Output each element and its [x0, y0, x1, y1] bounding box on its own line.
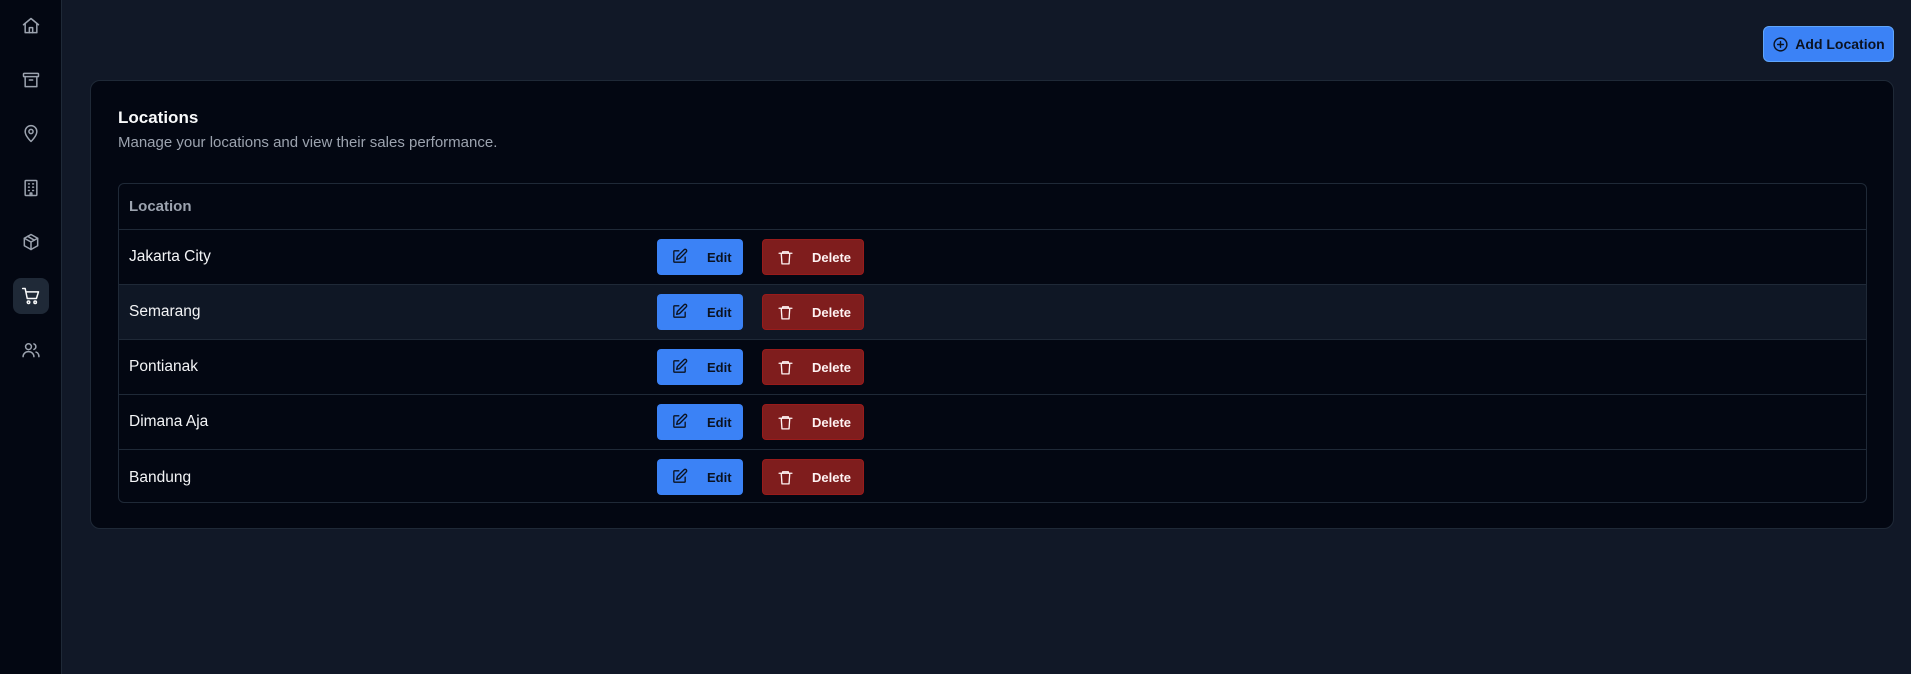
delete-label: Delete: [812, 249, 852, 265]
location-name: Dimana Aja: [129, 413, 209, 430]
trash-icon: [778, 251, 793, 265]
delete-label: Delete: [812, 304, 852, 320]
sidebar: [0, 0, 62, 674]
edit-button[interactable]: Edit: [657, 459, 743, 495]
table-row: Semarang Edit Delete: [119, 285, 1866, 340]
card-title: Locations: [118, 108, 199, 127]
trash-icon: [778, 361, 793, 375]
delete-button[interactable]: Delete: [762, 294, 864, 330]
edit-label: Edit: [707, 359, 732, 375]
map-pin-icon: [24, 124, 38, 143]
location-name: Jakarta City: [129, 248, 211, 265]
trash-icon: [778, 416, 793, 430]
sidebar-item-locations[interactable]: [13, 116, 49, 152]
edit-label: Edit: [707, 469, 732, 485]
edit-label: Edit: [707, 304, 732, 320]
location-name: Bandung: [129, 468, 192, 486]
edit-button[interactable]: Edit: [657, 404, 743, 440]
package-icon: [23, 233, 39, 251]
locations-table: Location Jakarta City Edit Delete Semara…: [118, 183, 1867, 503]
edit-button[interactable]: Edit: [657, 294, 743, 330]
table-row: Dimana Aja Edit Delete: [119, 395, 1866, 450]
sidebar-item-archive[interactable]: [13, 62, 49, 98]
edit-icon: [673, 413, 688, 428]
column-header-location: Location: [129, 198, 192, 215]
table-row: Bandung Edit Delete: [119, 450, 1866, 502]
delete-button[interactable]: Delete: [762, 239, 864, 275]
edit-icon: [673, 358, 688, 373]
table-row: Jakarta City Edit Delete: [119, 230, 1866, 285]
trash-icon: [778, 471, 793, 485]
add-location-label: Add Location: [1795, 36, 1885, 52]
edit-button[interactable]: Edit: [657, 349, 743, 385]
location-name: Pontianak: [129, 358, 198, 375]
delete-label: Delete: [812, 414, 852, 430]
table-row: Pontianak Edit Delete: [119, 340, 1866, 395]
edit-button[interactable]: Edit: [657, 239, 743, 275]
sidebar-item-products[interactable]: [13, 224, 49, 260]
users-icon: [22, 343, 40, 358]
sidebar-item-users[interactable]: [13, 332, 49, 368]
home-icon: [22, 17, 40, 34]
edit-icon: [673, 303, 688, 318]
trash-icon: [778, 306, 793, 320]
add-location-button[interactable]: Add Location: [1763, 26, 1894, 62]
edit-label: Edit: [707, 249, 732, 265]
delete-label: Delete: [812, 359, 852, 375]
sidebar-item-buildings[interactable]: [13, 170, 49, 206]
archive-icon: [22, 72, 40, 88]
card-description: Manage your locations and view their sal…: [118, 134, 498, 151]
app: Add Location Locations Manage your locat…: [0, 0, 1911, 674]
delete-button[interactable]: Delete: [762, 459, 864, 495]
sidebar-item-sales[interactable]: [13, 278, 49, 314]
building-icon: [24, 179, 38, 197]
delete-label: Delete: [812, 469, 852, 485]
edit-icon: [673, 248, 688, 263]
edit-icon: [673, 468, 688, 483]
table-header: Location: [119, 184, 1866, 230]
locations-card: Locations Manage your locations and view…: [90, 80, 1894, 529]
delete-button[interactable]: Delete: [762, 349, 864, 385]
shopping-cart-icon: [21, 287, 40, 305]
plus-circle-icon: [1773, 36, 1788, 52]
location-name: Semarang: [129, 303, 201, 320]
sidebar-item-home[interactable]: [13, 8, 49, 44]
edit-label: Edit: [707, 414, 732, 430]
delete-button[interactable]: Delete: [762, 404, 864, 440]
